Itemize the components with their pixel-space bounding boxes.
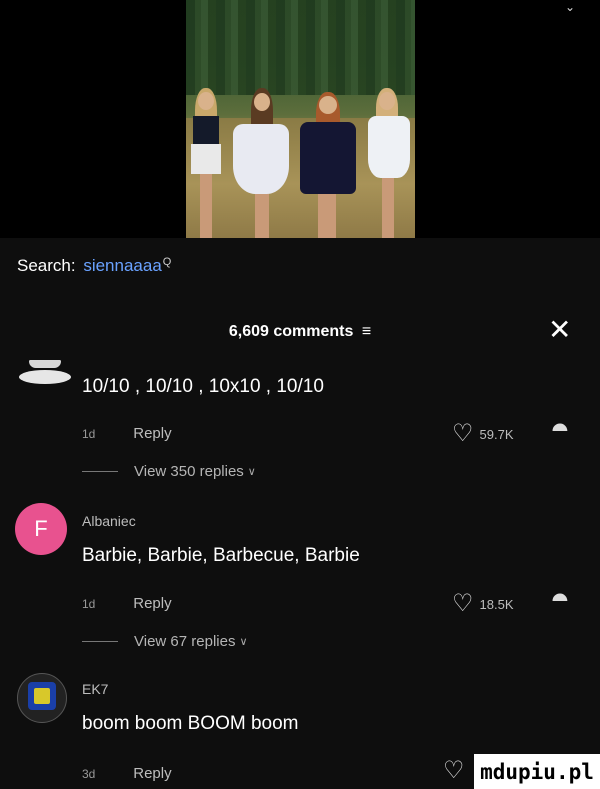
reply-button[interactable]: Reply: [133, 595, 171, 612]
person-4: [364, 88, 412, 238]
avatar[interactable]: [17, 360, 73, 386]
person-2: [231, 88, 291, 238]
avatar[interactable]: [17, 673, 67, 723]
comment-time: 1d: [82, 427, 96, 441]
person-1: [190, 88, 221, 238]
comment-time: 1d: [82, 597, 96, 611]
chevron-down-icon: ∨: [239, 636, 248, 648]
comments-header: 6,609 comments ≡: [0, 323, 600, 341]
comment-time: 3d: [82, 767, 96, 781]
avatar[interactable]: F: [15, 503, 67, 555]
top-right-icon[interactable]: ⌄: [565, 0, 575, 14]
reply-button[interactable]: Reply: [133, 425, 171, 442]
like-count: 18.5K: [479, 596, 514, 612]
comment-text: boom boom BOOM boom: [82, 713, 299, 734]
heart-icon: ♡: [452, 420, 474, 447]
heart-icon: ♡: [452, 590, 474, 617]
view-replies-button[interactable]: View 67 replies ∨: [82, 633, 248, 650]
comment-meta: 1d Reply: [82, 425, 172, 442]
comment-meta: 1d Reply: [82, 595, 172, 612]
heart-icon[interactable]: ♡: [443, 756, 465, 785]
avatar-letter: F: [34, 516, 48, 541]
search-query[interactable]: siennaaaa: [83, 256, 161, 275]
like-button[interactable]: ♡ 18.5K: [452, 592, 514, 616]
comment-count: 6,609 comments: [228, 323, 354, 340]
comment-username[interactable]: EK7: [82, 681, 108, 697]
dislike-icon[interactable]: ⯊: [552, 421, 568, 444]
search-label: Search:: [17, 256, 76, 275]
reply-button[interactable]: Reply: [133, 765, 171, 782]
search-icon: Q: [162, 256, 172, 268]
chevron-down-icon: ∨: [247, 466, 256, 478]
close-icon[interactable]: ✕: [548, 316, 571, 344]
search-suggestion[interactable]: Search: siennaaaaQ: [17, 256, 171, 276]
video-area[interactable]: [0, 0, 600, 238]
view-replies-label: View 67 replies: [134, 633, 236, 650]
comment-text: 10/10 , 10/10 , 10x10 , 10/10: [82, 376, 324, 397]
comment-text: Barbie, Barbie, Barbecue, Barbie: [82, 545, 360, 566]
watermark: mdupiu.pl: [474, 754, 600, 789]
like-button[interactable]: ♡ 59.7K: [452, 422, 514, 446]
person-3: [296, 88, 358, 238]
video-thumbnail[interactable]: [186, 0, 415, 238]
trees-background: [186, 0, 415, 95]
like-count: 59.7K: [479, 426, 514, 442]
view-replies-label: View 350 replies: [134, 463, 244, 480]
dislike-icon[interactable]: ⯊: [552, 591, 568, 614]
view-replies-button[interactable]: View 350 replies ∨: [82, 463, 256, 480]
filter-icon[interactable]: ≡: [362, 323, 371, 340]
comment-username[interactable]: Albaniec: [82, 513, 136, 529]
comment-meta: 3d Reply: [82, 765, 172, 782]
